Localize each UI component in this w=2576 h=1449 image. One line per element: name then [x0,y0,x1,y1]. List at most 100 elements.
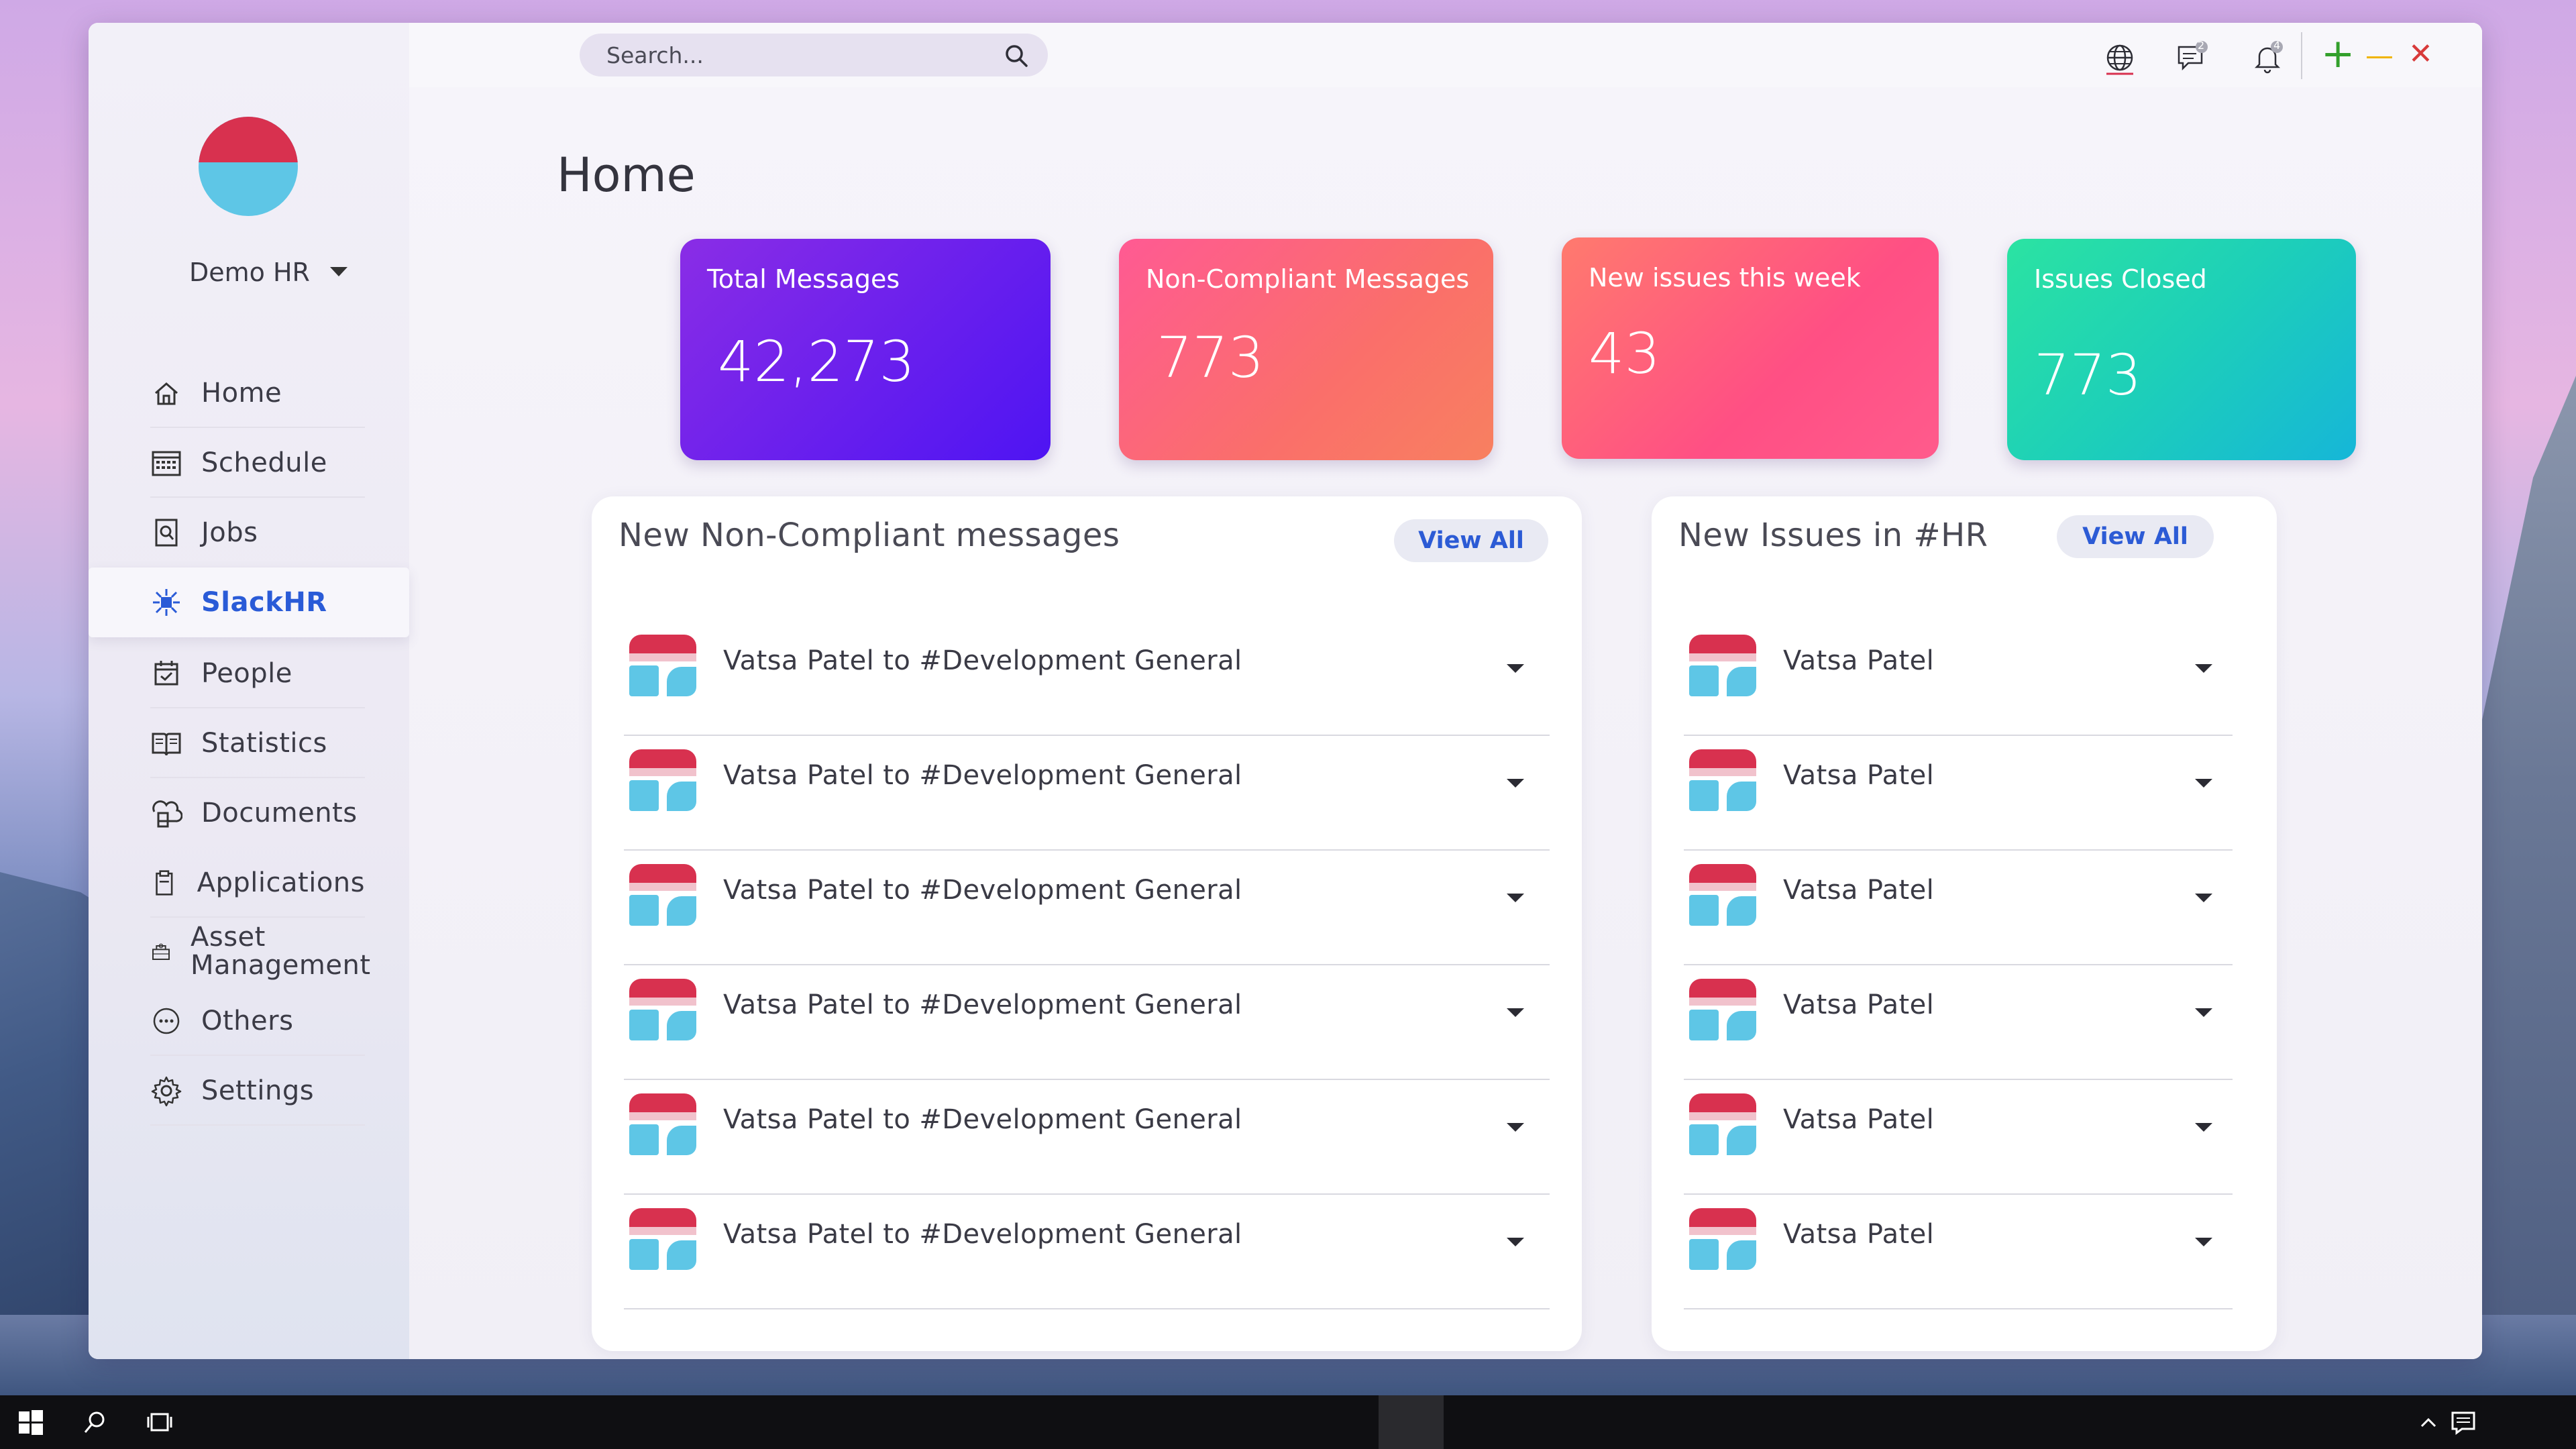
close-button[interactable]: ✕ [2408,36,2433,72]
stat-card-non-compliant[interactable]: Non-Compliant Messages 773 [1119,239,1493,460]
company-logo [199,117,298,216]
chevron-down-icon[interactable] [1507,894,1524,902]
search-box[interactable]: Search... [580,34,1048,76]
row-title: Vatsa Patel [1783,760,1935,791]
channel-logo-icon [1689,1093,1756,1155]
issue-row[interactable]: Vatsa Patel [1684,1195,2233,1309]
row-title: Vatsa Patel to #Development General [723,760,1242,791]
sidebar-item-label: SlackHR [201,587,327,618]
notifications-icon[interactable]: 4 [2250,39,2285,75]
search-input[interactable]: Search... [606,42,704,68]
noncompliant-message-row[interactable]: Vatsa Patel to #Development General [624,851,1550,965]
sidebar-item-label: Schedule [201,447,327,478]
noncompliant-message-row[interactable]: Vatsa Patel to #Development General [624,736,1550,851]
sidebar-item-jobs[interactable]: Jobs [150,498,365,568]
stat-label: Non-Compliant Messages [1146,264,1470,294]
sidebar-item-applications[interactable]: Applications [150,848,365,918]
stat-label: Total Messages [707,264,900,294]
channel-logo-icon [629,864,696,926]
stat-label: New issues this week [1589,263,1861,292]
channel-logo-icon [629,1093,696,1155]
view-all-button[interactable]: View All [1394,519,1548,562]
notifications-badge: 4 [2273,39,2281,52]
sidebar-item-label: Home [201,378,282,409]
task-view-icon[interactable] [146,1409,173,1436]
row-title: Vatsa Patel to #Development General [723,645,1242,676]
stat-card-total-messages[interactable]: Total Messages 42,273 [680,239,1051,460]
messages-icon[interactable]: 2 [2175,39,2210,75]
stat-value: 773 [2034,342,2142,408]
chevron-down-icon[interactable] [2195,664,2212,673]
channel-logo-icon [1689,1208,1756,1270]
stat-value: 43 [1589,321,1660,386]
search-icon[interactable] [1004,43,1029,68]
sidebar-item-asset-management[interactable]: Asset Management [150,916,370,986]
wallpaper-mountain-right [2469,376,2576,1395]
stat-card-new-issues[interactable]: New issues this week 43 [1562,237,1939,459]
chevron-down-icon[interactable] [1507,664,1524,673]
row-title: Vatsa Patel [1783,1219,1935,1250]
chevron-down-icon[interactable] [2195,779,2212,788]
noncompliant-message-row[interactable]: Vatsa Patel to #Development General [624,1080,1550,1195]
chevron-down-icon[interactable] [1507,1123,1524,1132]
sidebar-item-label: Jobs [201,517,258,548]
issue-row[interactable]: Vatsa Patel [1684,736,2233,851]
channel-logo-icon [1689,979,1756,1040]
issue-row[interactable]: Vatsa Patel [1684,621,2233,736]
row-title: Vatsa Patel to #Development General [723,875,1242,906]
windows-start-icon[interactable] [17,1409,44,1436]
taskbar [0,1395,2576,1449]
row-title: Vatsa Patel [1783,989,1935,1020]
chevron-down-icon[interactable] [1507,779,1524,788]
sidebar-item-documents[interactable]: Documents [150,778,365,848]
sidebar-item-settings[interactable]: Settings [150,1056,365,1126]
issue-row[interactable]: Vatsa Patel [1684,965,2233,1080]
user-name[interactable]: Demo HR [189,258,310,287]
action-center-icon[interactable] [2450,1409,2477,1436]
channel-logo-icon [629,979,696,1040]
chevron-down-icon[interactable] [1507,1238,1524,1246]
documents-icon [152,800,182,828]
noncompliant-message-row[interactable]: Vatsa Patel to #Development General [624,621,1550,736]
toolbar-divider [2301,32,2302,79]
view-all-button[interactable]: View All [2057,515,2214,558]
issue-row[interactable]: Vatsa Patel [1684,851,2233,965]
add-window-button[interactable]: + [2321,34,2355,74]
row-title: Vatsa Patel [1783,875,1935,906]
stat-value: 773 [1157,325,1265,390]
noncompliant-message-row[interactable]: Vatsa Patel to #Development General [624,965,1550,1080]
globe-icon[interactable] [2102,42,2137,76]
chevron-down-icon[interactable] [2195,1123,2212,1132]
chevron-down-icon[interactable] [2195,1008,2212,1017]
minimize-button[interactable]: — [2365,39,2394,72]
home-icon [155,382,178,405]
sidebar-item-label: Settings [201,1075,315,1106]
stat-value: 42,273 [718,329,915,394]
noncompliant-message-row[interactable]: Vatsa Patel to #Development General [624,1195,1550,1309]
row-title: Vatsa Patel to #Development General [723,989,1242,1020]
row-title: Vatsa Patel [1783,1104,1935,1135]
sidebar-item-slackhr[interactable]: SlackHR [89,568,409,637]
sidebar-item-schedule[interactable]: Schedule [150,428,365,498]
search-icon[interactable] [82,1409,109,1436]
clipboard-icon [156,870,173,896]
sidebar-item-statistics[interactable]: Statistics [150,708,365,778]
calendar-check-icon [154,661,178,686]
chevron-down-icon[interactable] [330,267,347,276]
sidebar-item-label: Applications [197,867,365,898]
sidebar-item-people[interactable]: People [150,639,365,708]
issue-row[interactable]: Vatsa Patel [1684,1080,2233,1195]
stat-card-issues-closed[interactable]: Issues Closed 773 [2007,239,2356,460]
chevron-down-icon[interactable] [1507,1008,1524,1017]
sidebar-item-others[interactable]: Others [150,986,365,1056]
issues-panel: New Issues in #HR View All Vatsa Patel Va… [1652,496,2277,1351]
sidebar-item-label: People [201,658,292,689]
channel-logo-icon [629,1208,696,1270]
chevron-down-icon[interactable] [2195,894,2212,902]
chevron-down-icon[interactable] [2195,1238,2212,1246]
sidebar-item-home[interactable]: Home [150,358,365,428]
asset-icon [152,943,170,960]
gear-icon [151,1076,182,1107]
chevron-up-icon[interactable] [2415,1409,2442,1436]
calendar-icon [152,451,181,476]
